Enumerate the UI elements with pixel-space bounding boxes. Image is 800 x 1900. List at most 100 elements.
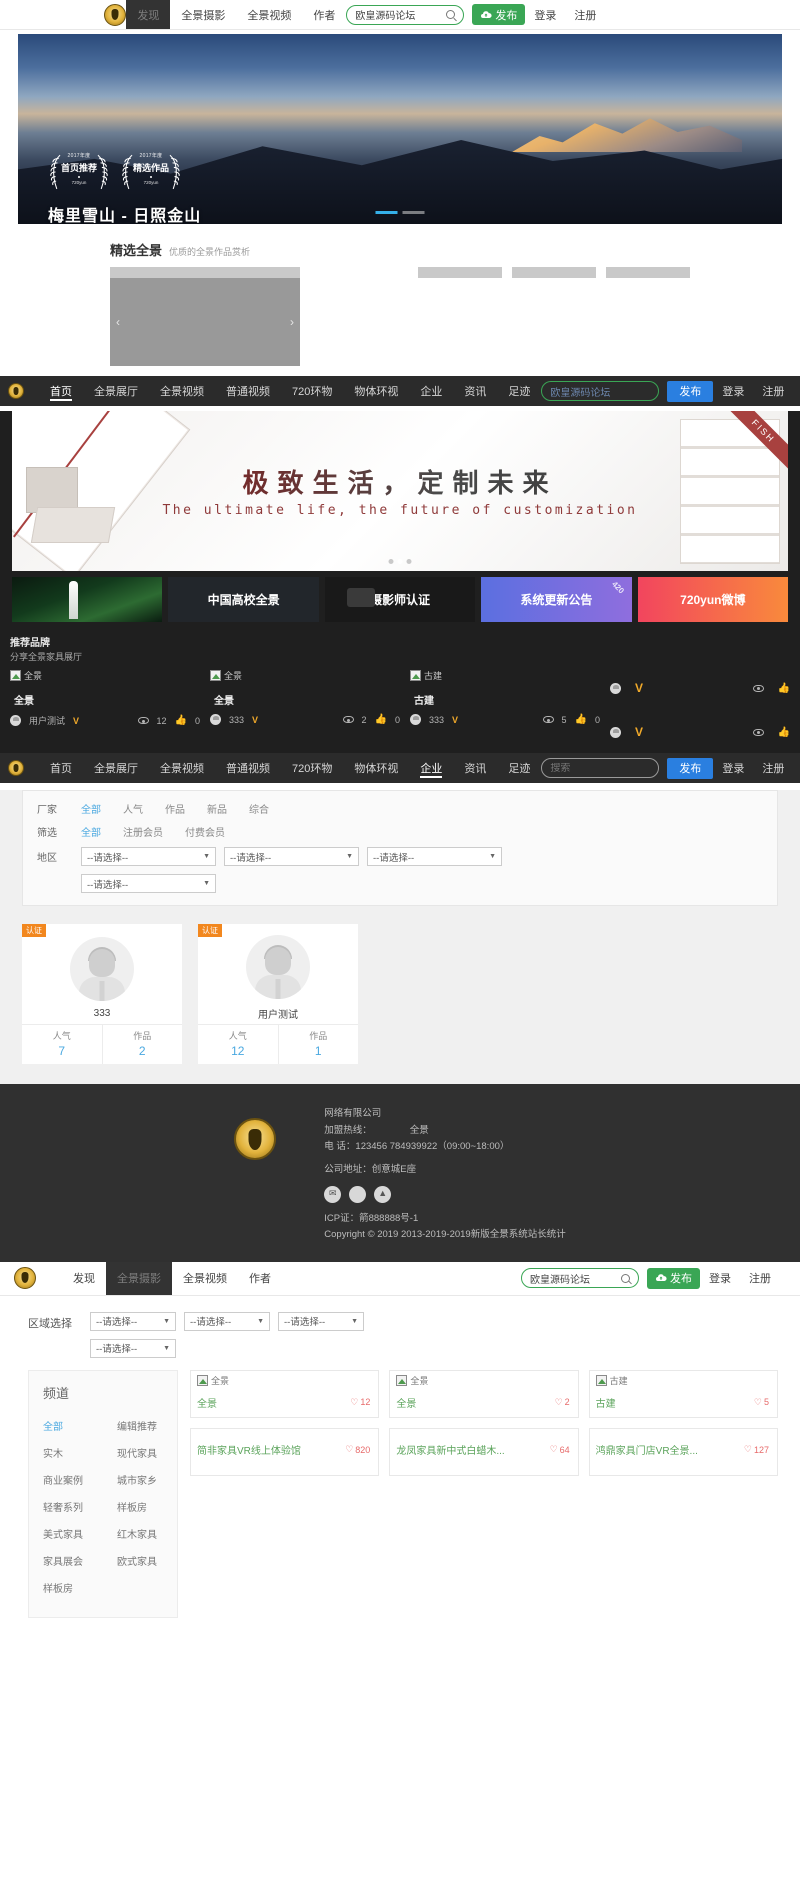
recommend-card[interactable]: 古建 古建 333 V 5 👍 0: [410, 669, 610, 739]
region-select-province[interactable]: --请选择-- ▼: [90, 1311, 176, 1331]
nav2-item-home[interactable]: 首页: [39, 376, 83, 406]
nav3-item-news[interactable]: 资讯: [453, 753, 497, 783]
nav2-item-object-view[interactable]: 物体环视: [343, 376, 409, 406]
channel-item-light-luxury[interactable]: 轻奢系列: [29, 1493, 103, 1520]
register-button[interactable]: 注册: [753, 760, 793, 776]
nav4-item-panorama-video[interactable]: 全景视频: [172, 1262, 238, 1295]
nav3-item-object-view[interactable]: 物体环视: [343, 753, 409, 783]
channel-item-modern-furniture[interactable]: 现代家具: [103, 1439, 177, 1466]
filter-option-all[interactable]: 全部: [81, 824, 101, 839]
publish-button[interactable]: 发布: [647, 1267, 700, 1289]
nav2-item-footprint[interactable]: 足迹: [497, 376, 541, 406]
tile-photographer-certification[interactable]: 摄影师认证: [324, 577, 476, 622]
featured-main-card[interactable]: ‹ ›: [110, 267, 300, 366]
filter-option-works[interactable]: 作品: [165, 801, 185, 816]
carousel-dot[interactable]: [388, 559, 394, 564]
chevron-left-icon[interactable]: ‹: [116, 315, 120, 329]
region-select-province[interactable]: --请选择-- ▼: [81, 847, 216, 866]
nav3-item-720-object[interactable]: 720环物: [281, 753, 343, 783]
nav2-item-panorama-hall[interactable]: 全景展厅: [83, 376, 149, 406]
wechat-icon[interactable]: ✉: [324, 1185, 342, 1203]
register-button[interactable]: 注册: [740, 1270, 780, 1286]
nav3-search[interactable]: [541, 758, 660, 778]
qq-icon[interactable]: ▲: [374, 1185, 392, 1203]
tile-system-update-notice[interactable]: 420 系统更新公告: [481, 577, 632, 622]
company-card[interactable]: 认证 用户测试 人气 12 作品 1: [198, 924, 358, 1064]
nav3-item-home[interactable]: 首页: [39, 753, 83, 783]
nav1-item-panorama-video[interactable]: 全景视频: [236, 0, 302, 29]
nav2-item-normal-video[interactable]: 普通视频: [215, 376, 281, 406]
gallery-card[interactable]: 龙凤家具新中式白蜡木... ♡ 64: [389, 1427, 579, 1476]
chevron-right-icon[interactable]: ›: [290, 315, 294, 329]
channel-item-all[interactable]: 全部: [29, 1412, 103, 1439]
company-card[interactable]: 认证 333 人气 7 作品 2: [22, 924, 182, 1064]
filter-option-paid-member[interactable]: 付费会员: [185, 824, 225, 839]
publish-button[interactable]: 发布: [667, 757, 714, 779]
featured-small-card[interactable]: [418, 267, 502, 278]
channel-item-furniture-expo[interactable]: 家具展会: [29, 1547, 103, 1574]
search-input[interactable]: [355, 9, 447, 20]
carousel-dot[interactable]: [402, 211, 425, 214]
gallery-card[interactable]: 古建 古建 ♡ 5: [588, 1369, 778, 1418]
nav2-item-enterprise[interactable]: 企业: [409, 376, 453, 406]
nav3-item-panorama-hall[interactable]: 全景展厅: [83, 753, 149, 783]
tile-rocket[interactable]: [12, 577, 163, 622]
channel-item-solid-wood[interactable]: 实木: [29, 1439, 103, 1466]
banner-carousel-dots[interactable]: [388, 559, 412, 564]
gallery-card[interactable]: 全景 全景 ♡ 12: [190, 1369, 380, 1418]
search-input[interactable]: [550, 762, 651, 774]
channel-item-city-hometown[interactable]: 城市家乡: [103, 1466, 177, 1493]
shield-logo-icon[interactable]: [14, 1267, 36, 1290]
nav3-item-footprint[interactable]: 足迹: [497, 753, 541, 783]
carousel-dot[interactable]: [397, 559, 403, 564]
login-button[interactable]: 登录: [700, 1270, 740, 1286]
nav2-search[interactable]: [541, 381, 660, 401]
channel-item-model-room-2[interactable]: 样板房: [29, 1574, 103, 1601]
nav4-search[interactable]: [521, 1268, 639, 1289]
gallery-card[interactable]: 鸿鼎家具门店VR全景... ♡ 127: [588, 1427, 778, 1476]
register-button[interactable]: 注册: [753, 383, 793, 399]
nav4-item-discover[interactable]: 发现: [62, 1262, 106, 1295]
recommend-card[interactable]: 全景 全景 333 V 2 👍 0: [210, 669, 410, 739]
publish-button[interactable]: 发布: [472, 4, 526, 25]
channel-item-editor-pick[interactable]: 编辑推荐: [103, 1412, 177, 1439]
publish-button[interactable]: 发布: [667, 380, 714, 402]
login-button[interactable]: 登录: [713, 383, 753, 399]
shield-logo-icon[interactable]: [104, 3, 127, 26]
filter-option-comprehensive[interactable]: 综合: [249, 801, 269, 816]
filter-option-popularity[interactable]: 人气: [123, 801, 143, 816]
login-button[interactable]: 登录: [713, 760, 753, 776]
carousel-dot[interactable]: [375, 211, 398, 214]
tile-720yun-weibo[interactable]: 720yun微博: [637, 577, 789, 622]
nav4-item-panorama-photo[interactable]: 全景摄影: [106, 1261, 172, 1295]
channel-item-model-room[interactable]: 样板房: [103, 1493, 177, 1520]
filter-option-registered-member[interactable]: 注册会员: [123, 824, 163, 839]
login-button[interactable]: 登录: [525, 7, 565, 23]
nav2-item-panorama-video[interactable]: 全景视频: [149, 376, 215, 406]
nav1-search[interactable]: [346, 4, 465, 25]
promo-banner[interactable]: FISH 极致生活，定制未来 The ultimate life, the fu…: [12, 411, 788, 571]
channel-item-european-furniture[interactable]: 欧式家具: [103, 1547, 177, 1574]
hero-banner[interactable]: 2017年度 首页推荐 720yun 2017年度 精选作品 720yun 梅里…: [18, 34, 782, 224]
nav3-item-enterprise[interactable]: 企业: [409, 753, 453, 783]
gallery-card[interactable]: 简非家具VR线上体验馆 ♡ 820: [190, 1427, 380, 1476]
featured-small-card[interactable]: [606, 267, 690, 278]
nav4-item-author[interactable]: 作者: [238, 1262, 282, 1295]
region-select-district[interactable]: --请选择-- ▼: [367, 847, 502, 866]
region-select-district[interactable]: --请选择-- ▼: [278, 1311, 364, 1331]
region-select-street[interactable]: --请选择-- ▼: [81, 874, 216, 893]
nav2-item-720-object[interactable]: 720环物: [281, 376, 343, 406]
search-input[interactable]: [530, 1272, 621, 1284]
shield-logo-icon[interactable]: [8, 760, 25, 776]
search-icon[interactable]: [621, 1273, 630, 1283]
region-select-street[interactable]: --请选择-- ▼: [90, 1338, 176, 1358]
nav3-item-normal-video[interactable]: 普通视频: [215, 753, 281, 783]
filter-option-all[interactable]: 全部: [81, 801, 101, 816]
search-icon[interactable]: [446, 10, 456, 19]
recommend-card[interactable]: 全景 全景 用户测试 V 12 👍 0: [10, 669, 210, 739]
nav1-item-panorama-photo[interactable]: 全景摄影: [170, 0, 236, 29]
gallery-card[interactable]: 全景 全景 ♡ 2: [389, 1369, 579, 1418]
nav3-item-panorama-video[interactable]: 全景视频: [149, 753, 215, 783]
featured-small-card[interactable]: [512, 267, 596, 278]
nav2-item-news[interactable]: 资讯: [453, 376, 497, 406]
